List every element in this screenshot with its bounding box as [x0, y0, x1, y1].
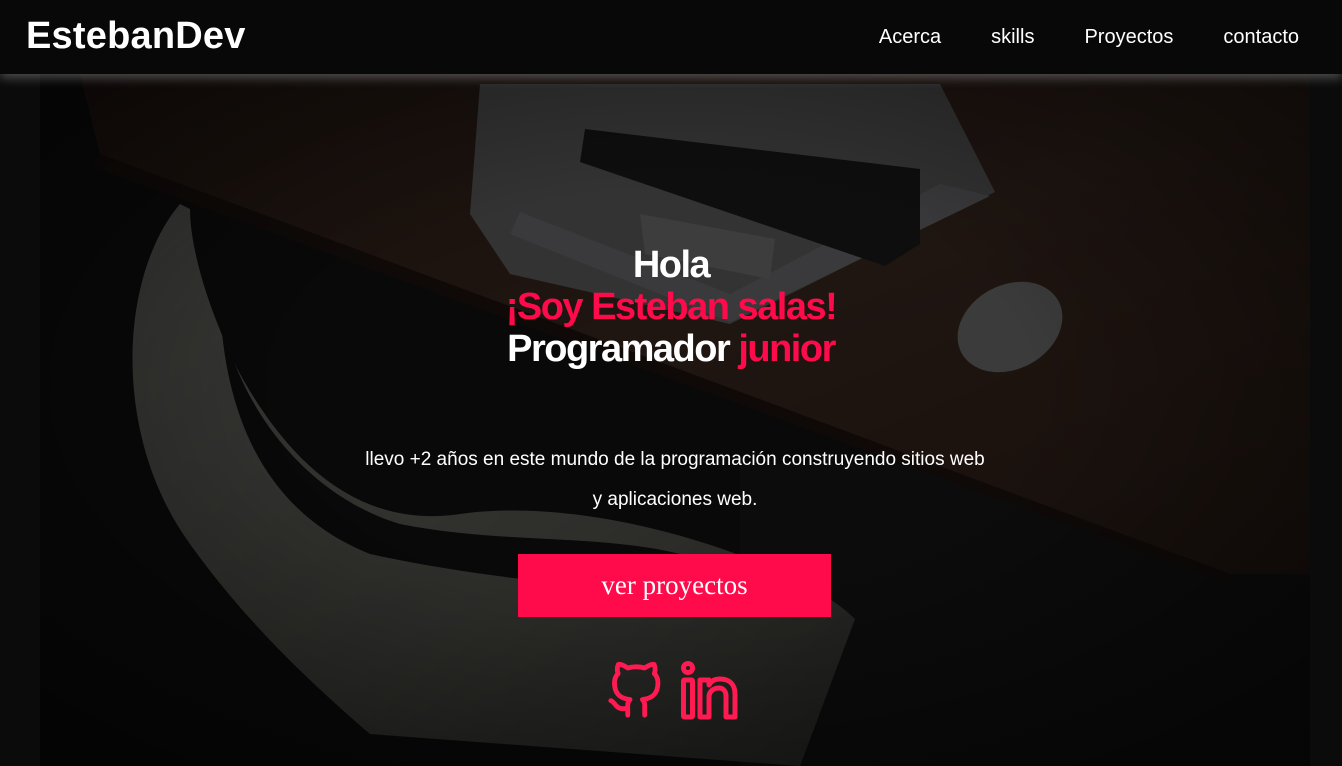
page-margin-left — [0, 74, 40, 766]
github-link[interactable] — [606, 658, 664, 729]
hero-description: llevo +2 años en este mundo de la progra… — [365, 449, 985, 510]
hero-name: ¡Soy Esteban salas! — [505, 286, 838, 328]
nav-link-skills[interactable]: skills — [991, 26, 1034, 49]
site-logo[interactable]: EstebanDev — [26, 15, 246, 58]
hero-headline: Hola ¡Soy Esteban salas! Programador jun… — [0, 244, 1342, 370]
view-projects-button[interactable]: ver proyectos — [518, 554, 831, 617]
linkedin-icon — [681, 661, 738, 720]
nav-link-contacto[interactable]: contacto — [1223, 26, 1299, 49]
top-navbar: EstebanDev Acerca skills Proyectos conta… — [0, 0, 1342, 74]
hero-greeting: Hola — [632, 244, 711, 286]
hero-role-word: Programador — [507, 328, 731, 370]
linkedin-link[interactable] — [680, 658, 742, 729]
page-margin-right — [1310, 74, 1342, 766]
social-links — [606, 658, 742, 729]
github-icon — [608, 661, 661, 718]
hero-role-accent: junior — [738, 328, 836, 370]
nav-link-acerca[interactable]: Acerca — [879, 26, 941, 49]
main-nav: Acerca skills Proyectos contacto — [879, 0, 1342, 74]
hero-role: Programador junior — [0, 328, 1342, 370]
nav-link-proyectos[interactable]: Proyectos — [1084, 26, 1173, 49]
